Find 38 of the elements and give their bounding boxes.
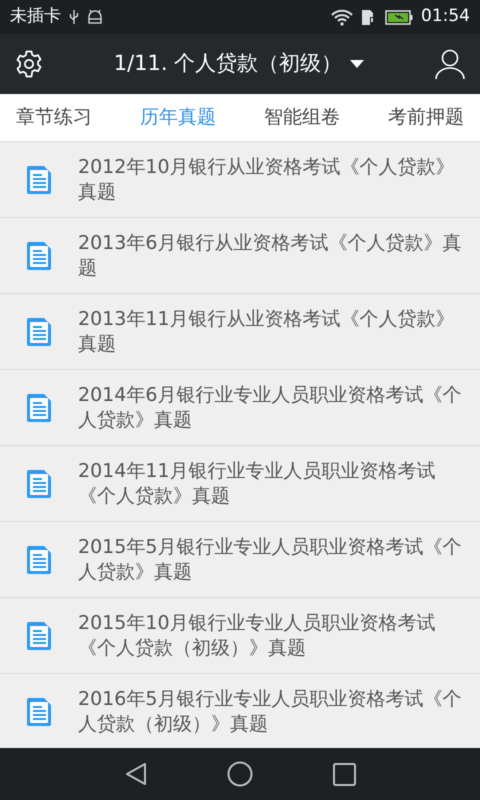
paper-title: 2015年10月银行业专业人员职业资格考试《个人贷款（初级）》真题 bbox=[78, 611, 437, 660]
back-icon[interactable] bbox=[124, 762, 146, 786]
paper-item[interactable]: 2012年10月银行从业资格考试《个人贷款》真题 bbox=[0, 142, 480, 218]
paper-item[interactable]: 2013年6月银行从业资格考试《个人贷款》真题 bbox=[0, 218, 480, 294]
paper-title: 2014年6月银行业专业人员职业资格考试《个人贷款》真题 bbox=[78, 383, 462, 432]
document-icon bbox=[24, 164, 54, 194]
paper-item[interactable]: 2015年5月银行业专业人员职业资格考试《个人贷款》真题 bbox=[0, 522, 480, 598]
document-icon bbox=[24, 468, 54, 498]
document-icon bbox=[24, 696, 54, 726]
clock-text: 01:54 bbox=[421, 5, 470, 28]
paper-item[interactable]: 2013年11月银行从业资格考试《个人贷款》真题 bbox=[0, 294, 480, 370]
user-icon[interactable] bbox=[434, 48, 466, 80]
paper-title: 2015年5月银行业专业人员职业资格考试《个人贷款》真题 bbox=[78, 535, 462, 584]
paper-item[interactable]: 2014年6月银行业专业人员职业资格考试《个人贷款》真题 bbox=[0, 370, 480, 446]
document-icon bbox=[24, 544, 54, 574]
paper-title: 2016年5月银行业专业人员职业资格考试《个人贷款（初级）》真题 bbox=[78, 687, 462, 736]
paper-title: 2014年11月银行业专业人员职业资格考试《个人贷款》真题 bbox=[78, 459, 437, 508]
carrier-text: 未插卡 bbox=[10, 5, 61, 28]
wifi-icon bbox=[331, 8, 353, 26]
tab[interactable]: 智能组卷 bbox=[264, 103, 340, 132]
tab[interactable]: 章节练习 bbox=[16, 103, 92, 132]
document-icon bbox=[24, 392, 54, 422]
paper-title: 2012年10月银行从业资格考试《个人贷款》真题 bbox=[78, 155, 456, 204]
usb-icon bbox=[69, 9, 79, 25]
paper-item[interactable]: 2015年10月银行业专业人员职业资格考试《个人贷款（初级）》真题 bbox=[0, 598, 480, 674]
tab[interactable]: 考前押题 bbox=[388, 103, 464, 132]
paper-title: 2013年11月银行从业资格考试《个人贷款》真题 bbox=[78, 307, 456, 356]
document-icon bbox=[24, 240, 54, 270]
caret-icon bbox=[350, 60, 364, 68]
settings-icon[interactable] bbox=[14, 49, 44, 79]
paper-item[interactable]: 2014年11月银行业专业人员职业资格考试《个人贷款》真题 bbox=[0, 446, 480, 522]
android-icon bbox=[87, 9, 103, 25]
recent-apps-icon[interactable] bbox=[332, 762, 356, 786]
document-icon bbox=[24, 620, 54, 650]
home-icon[interactable] bbox=[226, 761, 252, 787]
paper-title: 2013年6月银行从业资格考试《个人贷款》真题 bbox=[78, 231, 462, 280]
tab[interactable]: 历年真题 bbox=[140, 103, 216, 132]
document-icon bbox=[24, 316, 54, 346]
